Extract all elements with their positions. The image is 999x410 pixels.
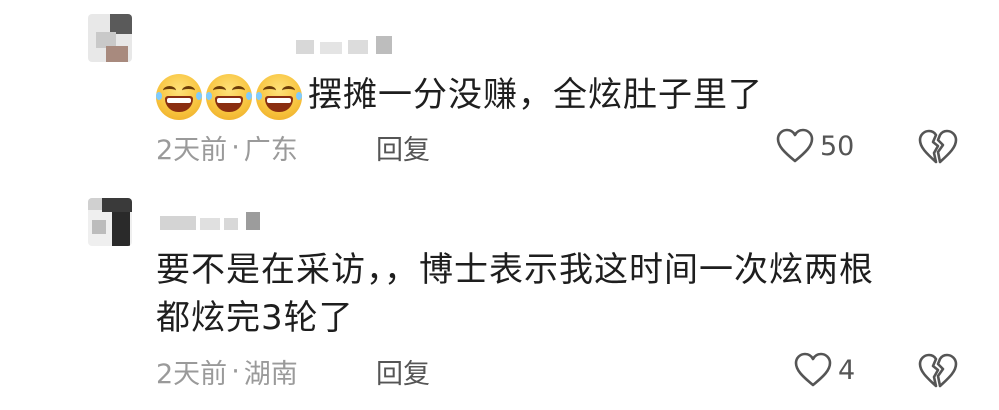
laughing-tears-emoji — [206, 73, 252, 120]
emoji-group — [156, 73, 302, 120]
heart-outline-icon — [794, 352, 832, 387]
comment-meta: 2天前 · 湖南 — [156, 352, 298, 391]
comment-text-line-2: 都炫完3轮了 — [156, 298, 354, 338]
separator: · — [231, 356, 240, 387]
timestamp: 2天前 — [156, 135, 228, 166]
like-button[interactable]: 4 — [794, 352, 855, 388]
broken-heart-icon — [918, 129, 958, 164]
like-count: 4 — [838, 354, 856, 386]
reply-button[interactable]: 回复 — [376, 352, 430, 391]
like-button[interactable]: 50 — [776, 128, 854, 164]
username[interactable] — [296, 34, 396, 56]
heart-outline-icon — [776, 128, 814, 163]
separator: · — [231, 132, 240, 163]
avatar[interactable] — [88, 198, 132, 246]
laughing-tears-emoji — [256, 73, 302, 120]
comment-text: 摆摊一分没赚，全炫肚子里了 — [156, 72, 763, 120]
broken-heart-icon — [918, 353, 958, 388]
comment-text-body: 摆摊一分没赚，全炫肚子里了 — [308, 75, 763, 115]
comment-meta: 2天前 · 广东 — [156, 128, 298, 167]
comment-text: 要不是在采访，，博士表示我这时间一次炫两根 都炫完3轮了 — [156, 246, 874, 342]
avatar[interactable] — [88, 14, 132, 62]
reply-button[interactable]: 回复 — [376, 128, 430, 167]
like-count: 50 — [820, 130, 855, 162]
location: 湖南 — [243, 359, 298, 390]
username[interactable] — [160, 210, 270, 232]
location: 广东 — [243, 135, 298, 166]
laughing-tears-emoji — [156, 73, 202, 120]
comment-text-line-1: 要不是在采访，，博士表示我这时间一次炫两根 — [156, 250, 874, 290]
dislike-button[interactable] — [918, 128, 958, 170]
timestamp: 2天前 — [156, 359, 228, 390]
dislike-button[interactable] — [918, 352, 958, 394]
